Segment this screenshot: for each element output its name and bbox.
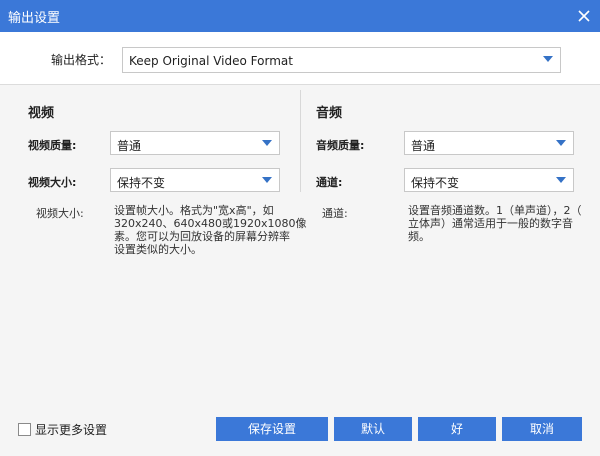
section-divider xyxy=(300,90,301,192)
audio-quality-select[interactable]: 普通 xyxy=(404,131,574,155)
chevron-down-icon xyxy=(262,177,272,183)
chevron-down-icon xyxy=(556,177,566,183)
cancel-button[interactable]: 取消 xyxy=(502,417,582,441)
video-size-label: 视频大小: xyxy=(28,176,77,189)
chevron-down-icon xyxy=(543,56,553,62)
audio-quality-label: 音频质量: xyxy=(316,139,365,152)
chevron-down-icon xyxy=(262,140,272,146)
dialog-title: 输出设置 xyxy=(8,11,61,26)
video-quality-value: 普通 xyxy=(117,139,142,153)
audio-channel-value: 保持不变 xyxy=(411,176,460,190)
audio-channel-select[interactable]: 保持不变 xyxy=(404,168,574,192)
audio-desc-line: 立体声）通常适用于一般的数字音 xyxy=(408,217,573,230)
video-quality-label: 视频质量: xyxy=(28,139,77,152)
close-icon[interactable] xyxy=(574,6,594,26)
audio-desc-label: 通道: xyxy=(322,207,348,220)
format-select[interactable]: Keep Original Video Format xyxy=(122,47,561,73)
audio-desc-line: 频。 xyxy=(408,230,430,243)
format-select-value: Keep Original Video Format xyxy=(129,54,293,68)
default-button[interactable]: 默认 xyxy=(334,417,412,441)
title-bar: 输出设置 xyxy=(0,0,600,32)
audio-description: 设置音频通道数。1（单声道），2（ 立体声）通常适用于一般的数字音 频。 xyxy=(408,204,582,243)
save-settings-button[interactable]: 保存设置 xyxy=(216,417,328,441)
audio-channel-label: 通道: xyxy=(316,176,343,189)
video-section-title: 视频 xyxy=(28,106,55,121)
show-more-label[interactable]: 显示更多设置 xyxy=(35,421,107,438)
video-size-value: 保持不变 xyxy=(117,176,166,190)
chevron-down-icon xyxy=(556,140,566,146)
video-description: 设置帧大小。格式为"宽x高"，如 320x240、640x480或1920x10… xyxy=(114,204,307,256)
audio-quality-value: 普通 xyxy=(411,139,436,153)
video-desc-label: 视频大小: xyxy=(36,207,84,220)
video-desc-line: 320x240、640x480或1920x1080像 xyxy=(114,217,307,230)
show-more-checkbox[interactable] xyxy=(18,423,31,436)
video-desc-line: 素。您可以为回放设备的屏幕分辨率 xyxy=(114,230,290,243)
video-desc-line: 设置帧大小。格式为"宽x高"，如 xyxy=(114,204,274,217)
video-size-select[interactable]: 保持不变 xyxy=(110,168,280,192)
video-quality-select[interactable]: 普通 xyxy=(110,131,280,155)
audio-desc-line: 设置音频通道数。1（单声道），2（ xyxy=(408,204,582,217)
audio-section-title: 音频 xyxy=(316,106,343,121)
ok-button[interactable]: 好 xyxy=(418,417,496,441)
video-desc-line: 设置类似的大小。 xyxy=(114,243,202,256)
format-label: 输出格式： xyxy=(51,53,112,67)
output-settings-dialog: 输出设置 输出格式： Keep Original Video Format 视频… xyxy=(0,0,600,456)
